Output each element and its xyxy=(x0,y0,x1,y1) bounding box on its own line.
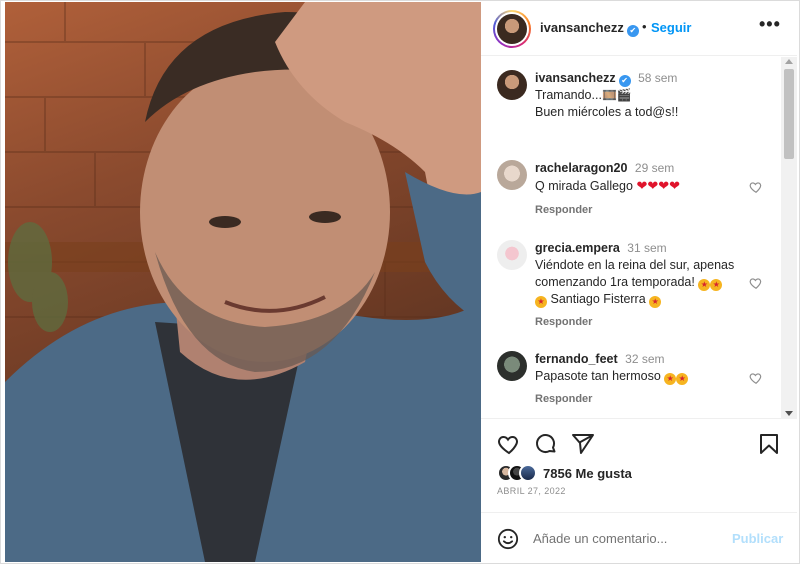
comment-like-heart-icon[interactable] xyxy=(749,180,763,194)
comment-avatar[interactable] xyxy=(497,160,527,190)
comment-text: Papasote tan hermoso xyxy=(535,369,661,383)
star-eyes-emoji: ★ xyxy=(676,373,689,385)
author-avatar-image xyxy=(497,14,527,44)
post-date[interactable]: ABRIL 27, 2022 xyxy=(497,486,566,496)
share-icon[interactable] xyxy=(571,432,595,456)
likes-count[interactable]: 7856 Me gusta xyxy=(543,466,632,481)
author-username-text[interactable]: ivansanchezz xyxy=(540,20,624,35)
header-separator: • xyxy=(642,19,647,34)
comment-avatar[interactable] xyxy=(497,351,527,381)
reply-button[interactable]: Responder xyxy=(535,204,592,216)
comment-time[interactable]: 29 sem xyxy=(635,161,674,175)
post-caption: ivansanchezz ✔ 58 sem Tramando...🎞️🎬 Buen… xyxy=(497,70,773,130)
verified-badge-icon: ✔ xyxy=(626,25,639,37)
author-username[interactable]: ivansanchezz ✔ xyxy=(540,20,639,37)
follow-button[interactable]: Seguir xyxy=(651,20,691,35)
liker-avatar[interactable] xyxy=(519,464,537,482)
comment-time[interactable]: 31 sem xyxy=(627,241,666,255)
comment-username[interactable]: rachelaragon20 xyxy=(535,161,627,175)
comments-scrollbar[interactable] xyxy=(781,57,797,419)
comment-item: rachelaragon20 29 sem Q mirada Gallego ❤… xyxy=(497,160,773,220)
comment-like-heart-icon[interactable] xyxy=(749,276,763,290)
comment-input[interactable] xyxy=(533,527,723,549)
post-photo[interactable] xyxy=(5,2,481,562)
reply-button[interactable]: Responder xyxy=(535,316,592,328)
bookmark-icon[interactable] xyxy=(757,432,781,456)
emoji-icon[interactable] xyxy=(497,528,519,550)
comment-avatar[interactable] xyxy=(497,240,527,270)
author-avatar[interactable] xyxy=(493,10,531,48)
publish-button[interactable]: Publicar xyxy=(732,531,783,546)
more-options-icon[interactable]: ••• xyxy=(759,14,781,35)
heart-icon[interactable] xyxy=(497,432,521,456)
caption-line-2: Buen miércoles a tod@s!! xyxy=(535,105,679,119)
comment-time[interactable]: 32 sem xyxy=(625,352,664,366)
post-modal: ivansanchezz ✔ • Seguir ••• ivansanchezz ✔… xyxy=(0,0,800,564)
caption-time[interactable]: 58 sem xyxy=(638,71,677,85)
heart-emojis: ❤❤❤❤ xyxy=(636,178,681,193)
caption-line-1: Tramando... xyxy=(535,88,602,102)
caption-avatar[interactable] xyxy=(497,70,527,100)
reply-button[interactable]: Responder xyxy=(535,393,592,405)
likes-summary: 7856 Me gusta xyxy=(497,463,632,483)
scroll-up-arrow-icon[interactable] xyxy=(785,59,793,64)
post-header: ivansanchezz ✔ • Seguir ••• xyxy=(481,2,797,56)
scroll-down-arrow-icon[interactable] xyxy=(785,411,793,416)
caption-emojis: 🎞️🎬 xyxy=(601,88,632,102)
post-side-panel: ivansanchezz ✔ • Seguir ••• ivansanchezz ✔… xyxy=(481,2,797,562)
comment-icon[interactable] xyxy=(534,432,558,456)
comment-item: grecia.empera 31 sem Viéndote en la rein… xyxy=(497,240,773,340)
comment-username[interactable]: grecia.empera xyxy=(535,241,620,255)
star-eyes-emoji: ★ xyxy=(710,279,723,291)
portrait-illustration xyxy=(5,2,481,562)
comments-list[interactable]: ivansanchezz ✔ 58 sem Tramando...🎞️🎬 Buen… xyxy=(481,57,797,419)
scroll-thumb[interactable] xyxy=(784,69,794,159)
caption-username[interactable]: ivansanchezz xyxy=(535,71,616,85)
post-actions xyxy=(481,420,797,464)
comment-item: fernando_feet 32 sem Papasote tan hermos… xyxy=(497,351,773,411)
comment-like-heart-icon[interactable] xyxy=(749,371,763,385)
star-eyes-emoji: ★ xyxy=(698,279,711,291)
verified-badge-icon: ✔ xyxy=(618,75,631,87)
star-eyes-emoji: ★ xyxy=(664,373,677,385)
star-eyes-emoji: ★ xyxy=(535,296,547,308)
star-eyes-emoji: ★ xyxy=(649,296,662,308)
comment-username[interactable]: fernando_feet xyxy=(535,352,618,366)
comment-text: Q mirada Gallego xyxy=(535,179,633,193)
comment-composer: Publicar xyxy=(481,512,797,562)
comment-text-continued: Santiago Fisterra xyxy=(550,292,646,306)
